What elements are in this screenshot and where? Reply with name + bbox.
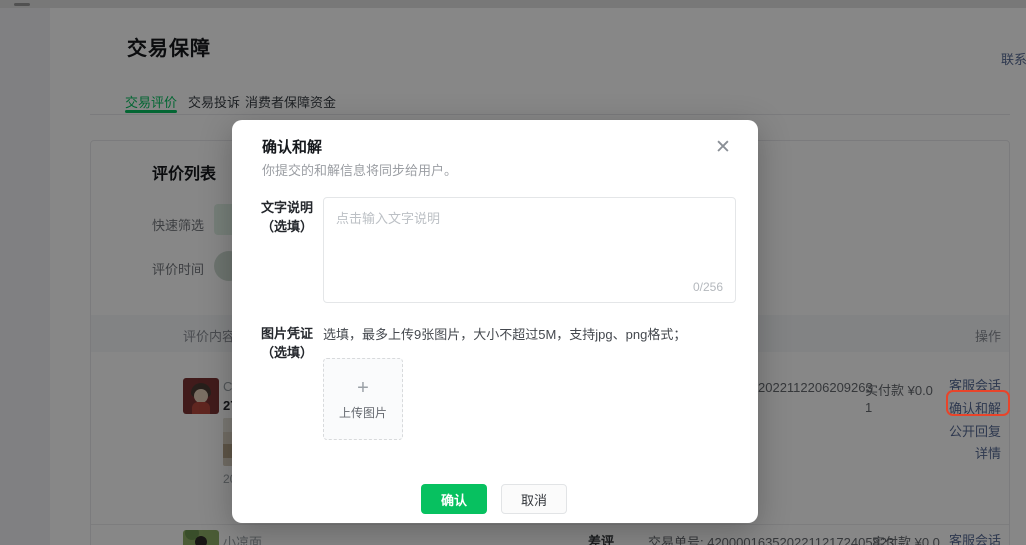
text-description-label: 文字说明 （选填） xyxy=(250,197,324,235)
text-description-input[interactable] xyxy=(324,198,735,276)
screen: 交易保障 联系客服 交易评价 交易投诉 消费者保障资金 评价列表 快速筛选 评价… xyxy=(0,0,1026,545)
annotation-highlight-box xyxy=(946,390,1010,416)
image-evidence-label: 图片凭证 （选填） xyxy=(250,323,324,361)
field-label: 文字说明 xyxy=(260,200,313,215)
close-icon[interactable]: ✕ xyxy=(710,134,736,160)
upload-image-label: 上传图片 xyxy=(338,405,387,420)
plus-icon: + xyxy=(357,376,369,399)
cancel-button[interactable]: 取消 xyxy=(501,484,567,514)
field-label: 图片凭证 xyxy=(260,326,313,341)
text-description-field: 0/256 xyxy=(323,197,736,303)
dialog-subtitle: 你提交的和解信息将同步给用户。 xyxy=(262,163,458,178)
confirm-settlement-dialog: 确认和解 你提交的和解信息将同步给用户。 ✕ 文字说明 （选填） 0/256 图… xyxy=(232,120,758,523)
upload-image-button[interactable]: + 上传图片 xyxy=(323,358,403,440)
image-upload-hint: 选填，最多上传9张图片，大小不超过5M，支持jpg、png格式； xyxy=(323,327,687,342)
field-optional: （选填） xyxy=(260,219,313,234)
field-optional: （选填） xyxy=(260,345,313,360)
char-counter: 0/256 xyxy=(692,280,723,294)
dialog-title: 确认和解 xyxy=(262,139,323,156)
confirm-button[interactable]: 确认 xyxy=(421,484,487,514)
